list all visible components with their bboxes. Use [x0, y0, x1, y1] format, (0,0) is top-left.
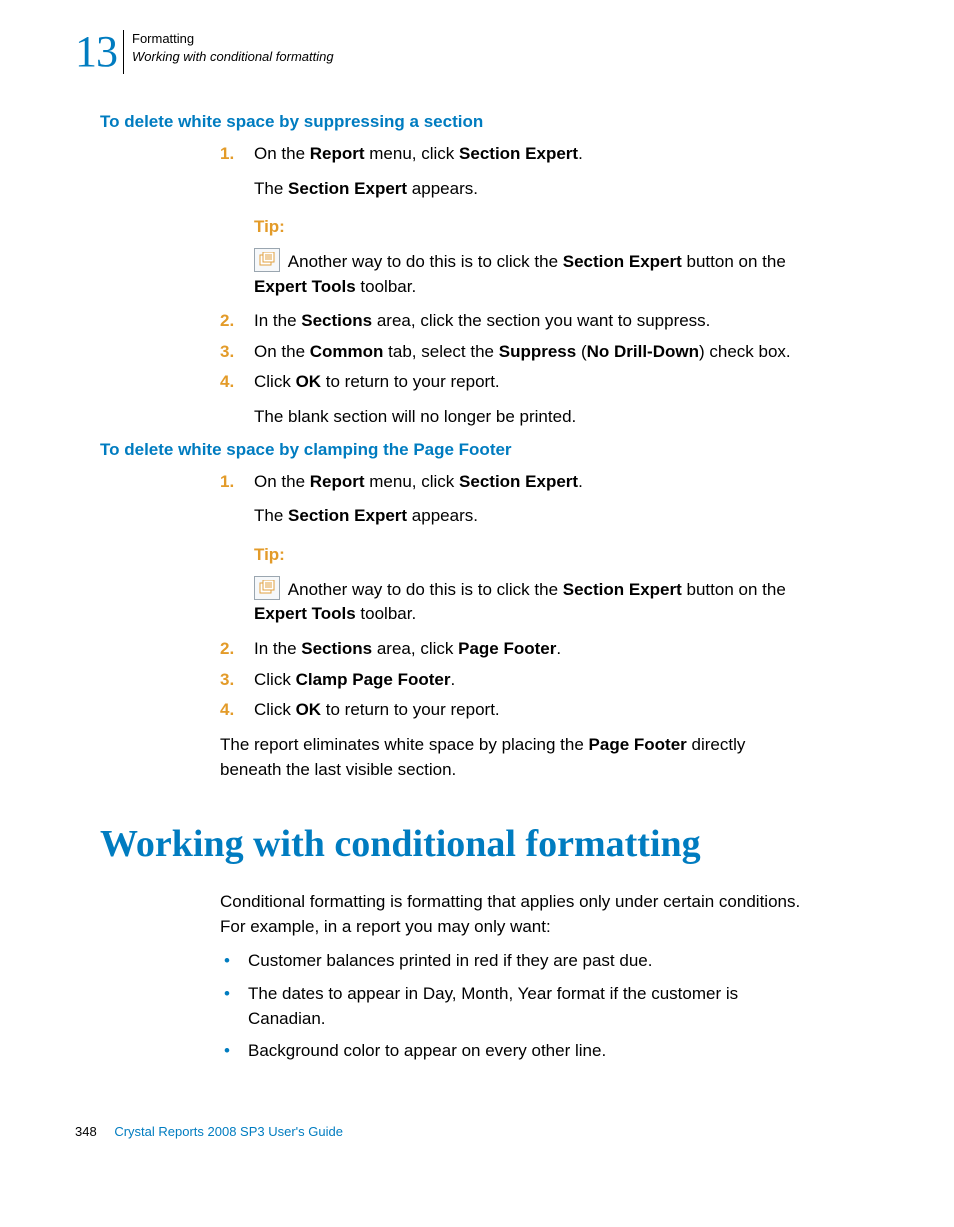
step-item: 3. On the Common tab, select the Suppres… [220, 340, 804, 365]
step-result: The blank section will no longer be prin… [254, 405, 804, 430]
step-text: On the Report menu, click Section Expert… [254, 472, 583, 491]
page-number: 348 [75, 1124, 97, 1139]
step-text: Click OK to return to your report. [254, 372, 500, 391]
step-item: 1. On the Report menu, click Section Exp… [220, 142, 804, 299]
step-number: 2. [220, 309, 246, 334]
chapter-number: 13 [75, 30, 124, 74]
step-text: In the Sections area, click Page Footer. [254, 639, 561, 658]
tip-label: Tip: [254, 215, 804, 240]
header-text-block: Formatting Working with conditional form… [124, 30, 334, 65]
list-item: Background color to appear on every othe… [220, 1039, 804, 1064]
step-text: On the Common tab, select the Suppress (… [254, 342, 791, 361]
tip-body: Another way to do this is to click the S… [254, 578, 804, 627]
step-number: 1. [220, 470, 246, 495]
chapter-title: Formatting [132, 30, 334, 48]
step-number: 2. [220, 637, 246, 662]
step-number: 3. [220, 668, 246, 693]
steps-list: 1. On the Report menu, click Section Exp… [220, 142, 804, 430]
step-text: In the Sections area, click the section … [254, 311, 710, 330]
step-number: 4. [220, 698, 246, 723]
procedure-heading-clamp: To delete white space by clamping the Pa… [100, 440, 879, 460]
list-item: Customer balances printed in red if they… [220, 949, 804, 974]
step-item: 1. On the Report menu, click Section Exp… [220, 470, 804, 627]
step-item: 2. In the Sections area, click the secti… [220, 309, 804, 334]
main-heading: Working with conditional formatting [100, 822, 879, 866]
tip-label: Tip: [254, 543, 804, 568]
step-result: The Section Expert appears. [254, 177, 804, 202]
step-number: 3. [220, 340, 246, 365]
step-item: 3. Click Clamp Page Footer. [220, 668, 804, 693]
section-expert-icon [254, 248, 280, 272]
steps-list: 1. On the Report menu, click Section Exp… [220, 470, 804, 723]
section-expert-icon [254, 576, 280, 600]
bullet-list: Customer balances printed in red if they… [220, 949, 804, 1064]
page-header: 13 Formatting Working with conditional f… [75, 30, 879, 74]
step-number: 4. [220, 370, 246, 395]
book-title: Crystal Reports 2008 SP3 User's Guide [114, 1124, 343, 1139]
step-item: 4. Click OK to return to your report. Th… [220, 370, 804, 429]
list-item: The dates to appear in Day, Month, Year … [220, 982, 804, 1031]
section-breadcrumb: Working with conditional formatting [132, 48, 334, 66]
step-text: Click Clamp Page Footer. [254, 670, 455, 689]
step-item: 4. Click OK to return to your report. [220, 698, 804, 723]
step-text: Click OK to return to your report. [254, 700, 500, 719]
step-text: On the Report menu, click Section Expert… [254, 144, 583, 163]
step-result: The Section Expert appears. [254, 504, 804, 529]
intro-paragraph: Conditional formatting is formatting tha… [220, 890, 804, 939]
closing-paragraph: The report eliminates white space by pla… [220, 733, 804, 782]
tip-body: Another way to do this is to click the S… [254, 250, 804, 299]
step-item: 2. In the Sections area, click Page Foot… [220, 637, 804, 662]
page-footer: 348 Crystal Reports 2008 SP3 User's Guid… [75, 1124, 879, 1139]
step-number: 1. [220, 142, 246, 167]
procedure-heading-suppress: To delete white space by suppressing a s… [100, 112, 879, 132]
